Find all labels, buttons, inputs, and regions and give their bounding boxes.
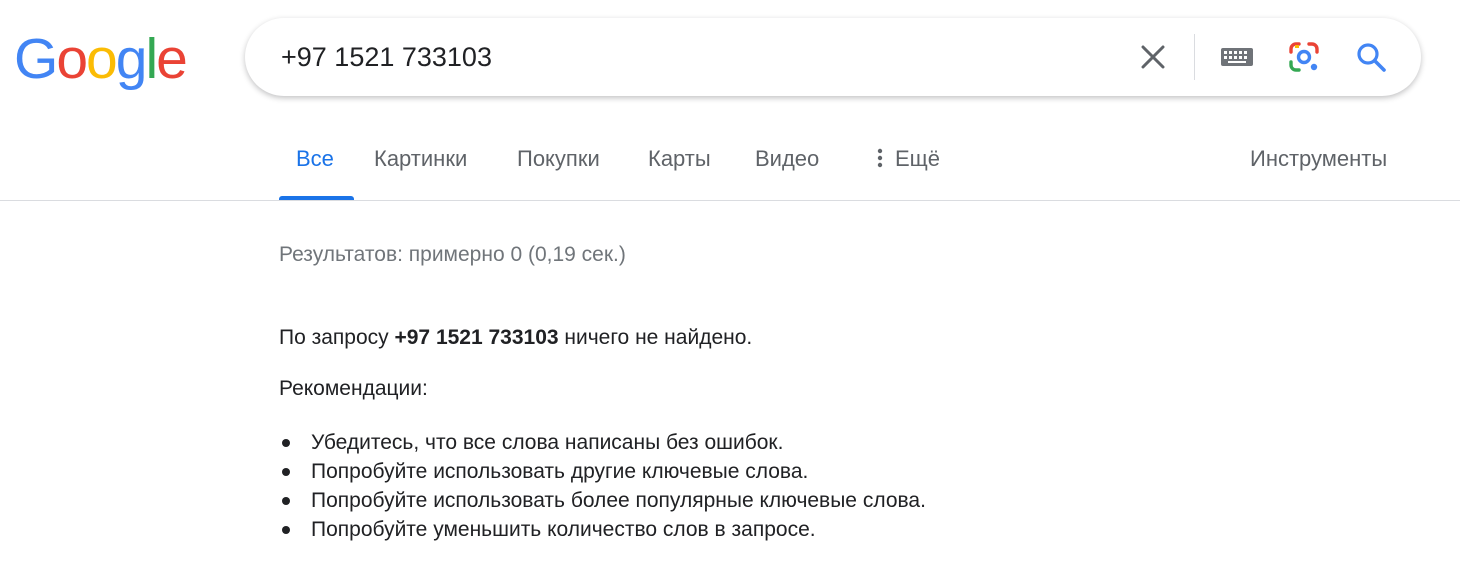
tab-more[interactable]: Ещё xyxy=(877,146,940,172)
list-item: Убедитесь, что все слова написаны без ош… xyxy=(279,428,926,457)
logo-letter: e xyxy=(156,27,188,91)
search-results-page: Google +97 1521 733103 Все Картинки Поку… xyxy=(0,0,1460,570)
query-text: +97 1521 733103 xyxy=(394,326,559,349)
result-stats: Результатов: примерно 0 (0,19 сек.) xyxy=(279,243,626,266)
bullet-icon xyxy=(282,496,290,505)
list-item: Попробуйте использовать другие ключевые … xyxy=(279,457,926,486)
no-results-message: По запросу +97 1521 733103 ничего не най… xyxy=(279,326,752,350)
tabs-divider xyxy=(0,200,1460,201)
search-input[interactable] xyxy=(281,18,1121,96)
tools-button[interactable]: Инструменты xyxy=(1250,146,1387,172)
keyboard-button[interactable] xyxy=(1217,37,1257,77)
list-item: Попробуйте уменьшить количество слов в з… xyxy=(279,515,926,544)
list-item: Попробуйте использовать более популярные… xyxy=(279,486,926,515)
google-logo[interactable]: Google xyxy=(14,26,188,92)
search-icon xyxy=(1357,43,1386,72)
logo-letter: o xyxy=(56,27,88,91)
bullet-icon xyxy=(282,438,290,447)
search-tabs: Все Картинки Покупки Карты Видео Ещё Инс… xyxy=(0,130,1460,200)
search-button[interactable] xyxy=(1351,37,1391,77)
tab-videos[interactable]: Видео xyxy=(755,146,819,172)
tab-more-label: Ещё xyxy=(895,146,941,171)
more-vert-icon xyxy=(877,148,883,168)
tab-maps[interactable]: Карты xyxy=(648,146,711,172)
logo-letter: G xyxy=(14,27,58,91)
keyboard-icon xyxy=(1221,48,1253,66)
logo-letter: g xyxy=(115,27,148,91)
clear-search-button[interactable] xyxy=(1133,37,1173,77)
recommendation-text: Попробуйте использовать другие ключевые … xyxy=(311,460,809,483)
recommendation-text: Попробуйте использовать более популярные… xyxy=(311,489,926,512)
google-lens-icon xyxy=(1289,42,1319,72)
close-icon xyxy=(1141,45,1165,69)
recommendation-text: Попробуйте уменьшить количество слов в з… xyxy=(311,518,816,541)
search-box-divider xyxy=(1194,34,1195,80)
recommendations-title: Рекомендации: xyxy=(279,377,428,400)
no-results-prefix: По запросу xyxy=(279,326,395,349)
recommendations-list: Убедитесь, что все слова написаны без ош… xyxy=(279,428,926,544)
logo-letter: l xyxy=(145,27,158,91)
bullet-icon xyxy=(282,467,290,476)
tab-shopping[interactable]: Покупки xyxy=(517,146,600,172)
recommendation-text: Убедитесь, что все слова написаны без ош… xyxy=(311,431,784,454)
google-lens-button[interactable] xyxy=(1284,37,1324,77)
tab-all[interactable]: Все xyxy=(296,146,334,172)
tab-images[interactable]: Картинки xyxy=(374,146,467,172)
bullet-icon xyxy=(282,525,290,534)
search-box xyxy=(245,18,1421,96)
no-results-suffix: ничего не найдено. xyxy=(558,326,753,349)
logo-letter: o xyxy=(86,27,118,91)
